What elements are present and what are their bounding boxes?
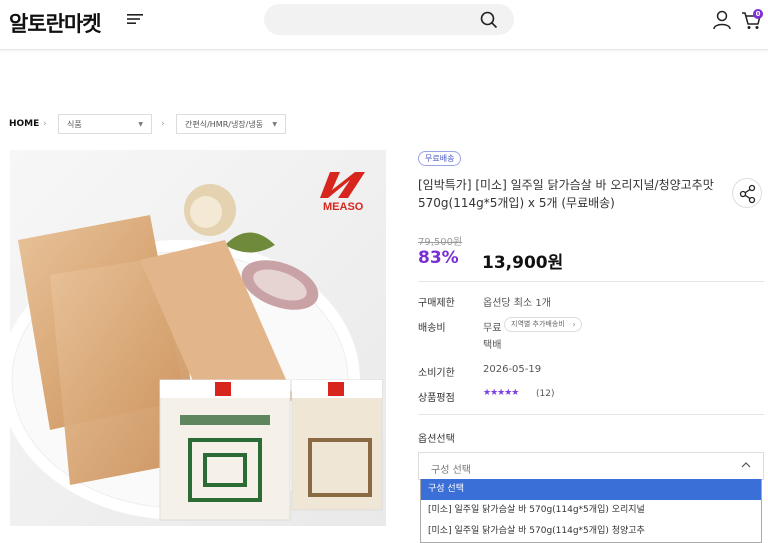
search-icon[interactable]: [480, 11, 498, 29]
option-item[interactable]: [미소] 일주일 닭가슴살 바 570g(114g*5개입) 오리지널: [421, 500, 761, 521]
option-select-label: 옵션선택: [418, 434, 455, 445]
search-input[interactable]: [264, 4, 514, 35]
breadcrumb-separator-icon: ›: [161, 119, 165, 129]
purchase-limit-label: 구매제한: [418, 298, 455, 309]
option-item[interactable]: [미소] 일주일 닭가슴살 바 570g(114g*5개입) 청양고추: [421, 521, 761, 542]
product-photo-illustration: MEASO: [10, 150, 386, 526]
regional-shipping-button[interactable]: 지역별 추가배송비 ›: [504, 317, 582, 332]
breadcrumb-home[interactable]: HOME: [9, 119, 39, 129]
rating-stars-icon: ★★★★★: [483, 388, 519, 398]
share-button[interactable]: [732, 178, 762, 208]
product-title: [임박특가] [미소] 일주일 닭가슴살 바 오리지널/청양고추맛 570g(1…: [418, 178, 714, 210]
user-icon[interactable]: [713, 10, 731, 30]
review-count[interactable]: (12): [536, 389, 554, 399]
discount-rate: 83%: [418, 248, 459, 268]
option-select[interactable]: 구성 선택: [418, 452, 764, 480]
breadcrumb-category1-label: 식품: [67, 120, 82, 129]
rating-label: 상품평점: [418, 393, 455, 404]
breadcrumb-separator-icon: ›: [43, 119, 47, 129]
shipping-fee-label: 배송비: [418, 323, 446, 334]
original-price: 79,500원: [418, 237, 463, 248]
free-shipping-badge: 무료배송: [418, 151, 462, 166]
caret-down-icon: ▼: [138, 121, 143, 128]
breadcrumb-category1-select[interactable]: 식품 ▼: [58, 114, 152, 134]
share-icon: [739, 184, 756, 204]
cart-count-badge: 0: [753, 9, 763, 19]
shipping-method-value: 택배: [483, 340, 502, 351]
option-item[interactable]: 구성 선택: [421, 479, 761, 500]
sale-price: 13,900원: [482, 253, 564, 273]
option-dropdown-list: 구성 선택 [미소] 일주일 닭가슴살 바 570g(114g*5개입) 오리지…: [420, 479, 762, 543]
divider: [418, 281, 764, 282]
chevron-up-icon: [741, 462, 751, 468]
purchase-limit-value: 옵션당 최소 1개: [483, 298, 551, 309]
shipping-fee-value: 무료: [483, 323, 502, 334]
breadcrumb-category2-label: 간편식/HMR/냉장/냉동: [185, 120, 264, 129]
caret-down-icon: ▼: [272, 121, 277, 128]
hamburger-menu-icon[interactable]: [127, 13, 143, 25]
expiry-value: 2026-05-19: [483, 364, 542, 375]
site-header: 알토란마켓 0: [0, 0, 768, 50]
expiry-label: 소비기한: [418, 368, 455, 379]
regional-shipping-label: 지역별 추가배송비: [511, 320, 565, 328]
brand-logo-text: MEASO: [323, 201, 364, 213]
site-logo[interactable]: 알토란마켓: [9, 8, 102, 38]
product-image[interactable]: MEASO: [10, 150, 386, 526]
chevron-right-icon: ›: [572, 320, 576, 329]
divider: [418, 414, 764, 415]
option-select-value: 구성 선택: [431, 465, 471, 476]
breadcrumb-category2-select[interactable]: 간편식/HMR/냉장/냉동 ▼: [176, 114, 286, 134]
